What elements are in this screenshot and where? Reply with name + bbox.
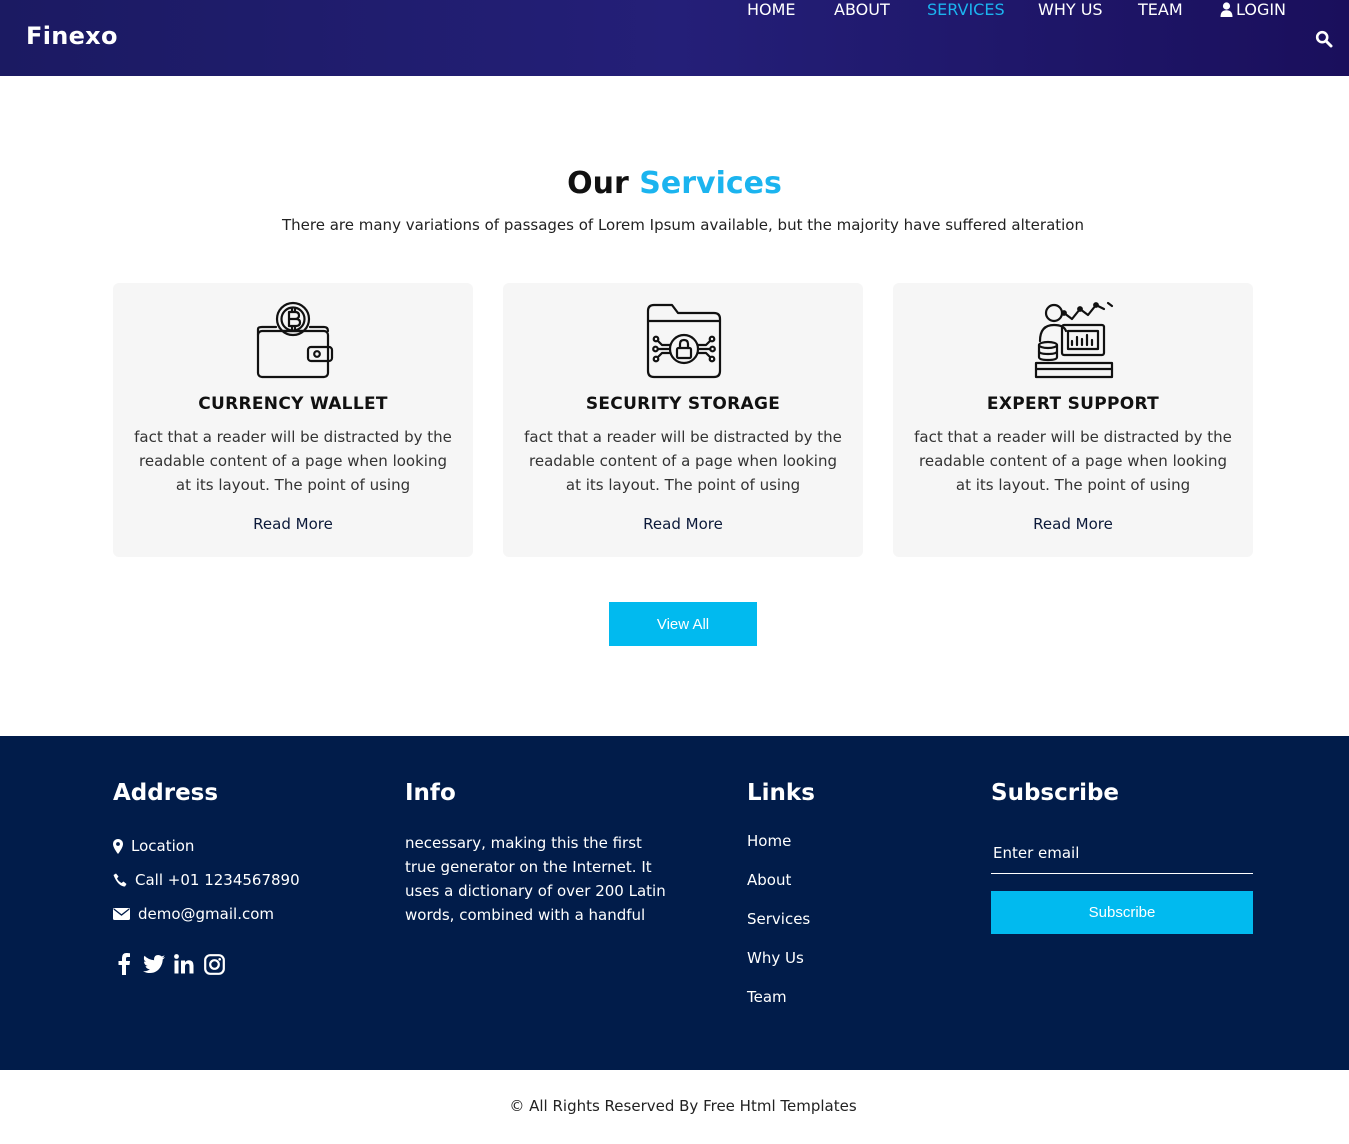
secure-folder-icon (646, 303, 722, 379)
site-footer: Address Location Call +01 1234567890 dem… (0, 736, 1349, 1070)
info-text: necessary, making this the first true ge… (405, 834, 666, 924)
read-more-link[interactable]: Read More (113, 515, 473, 533)
card-title: SECURITY STORAGE (585, 394, 781, 414)
footer-link-team[interactable]: Team (747, 988, 787, 1006)
copyright-text: © All Rights Reserved By Free Html Templ… (509, 1097, 857, 1115)
envelope-icon (113, 908, 130, 920)
location-text: Location (131, 837, 195, 855)
section-title: Our Services (0, 166, 1349, 201)
nav-home[interactable]: HOME (747, 0, 796, 19)
login-label: LOGIN (1236, 0, 1287, 19)
service-card-currency-wallet: CURRENCY WALLET fact that a reader will … (113, 283, 473, 557)
service-card-expert-support: EXPERT SUPPORT fact that a reader will b… (893, 283, 1253, 557)
card-title: CURRENCY WALLET (198, 394, 388, 414)
linkedin-icon[interactable] (173, 952, 195, 976)
social-links (113, 952, 233, 976)
card-text: fact that a reader will be distracted by… (134, 428, 452, 494)
subscribe-heading: Subscribe (991, 780, 1120, 806)
address-location[interactable]: Location (113, 837, 194, 855)
address-heading: Address (113, 780, 219, 806)
search-icon[interactable] (1315, 30, 1333, 48)
email-input[interactable] (991, 836, 1253, 874)
footer-link-services[interactable]: Services (747, 910, 810, 928)
phone-icon (113, 873, 127, 887)
expert-support-icon (1034, 301, 1114, 379)
nav-login[interactable]: LOGIN (1220, 0, 1286, 19)
service-card-security-storage: SECURITY STORAGE fact that a reader will… (503, 283, 863, 557)
view-all-button[interactable]: View All (609, 602, 757, 646)
footer-link-about[interactable]: About (747, 871, 791, 889)
wallet-bitcoin-icon (256, 301, 334, 379)
brand-logo[interactable]: Finexo (26, 22, 118, 50)
address-email[interactable]: demo@gmail.com (113, 905, 274, 923)
footer-link-why-us[interactable]: Why Us (747, 949, 804, 967)
nav-services[interactable]: SERVICES (927, 0, 1005, 19)
card-text: fact that a reader will be distracted by… (524, 428, 842, 494)
read-more-link[interactable]: Read More (893, 515, 1253, 533)
address-phone[interactable]: Call +01 1234567890 (113, 871, 300, 889)
footer-link-home[interactable]: Home (747, 832, 791, 850)
read-more-link[interactable]: Read More (503, 515, 863, 533)
nav-about[interactable]: ABOUT (834, 0, 890, 19)
info-heading: Info (405, 780, 456, 806)
user-icon (1220, 2, 1233, 17)
title-part-2: Services (639, 166, 782, 201)
email-text: demo@gmail.com (138, 905, 275, 923)
card-title: EXPERT SUPPORT (986, 394, 1160, 414)
instagram-icon[interactable] (203, 952, 225, 976)
site-header: Finexo HOME ABOUT SERVICES WHY US TEAM L… (0, 0, 1349, 76)
title-part-1: Our (567, 166, 629, 201)
twitter-icon[interactable] (143, 952, 165, 976)
card-text: fact that a reader will be distracted by… (914, 428, 1232, 494)
section-subtitle: There are many variations of passages of… (282, 216, 1084, 234)
map-marker-icon (113, 838, 123, 854)
nav-team[interactable]: TEAM (1138, 0, 1183, 19)
links-heading: Links (747, 780, 815, 806)
subscribe-button[interactable]: Subscribe (991, 891, 1253, 934)
facebook-icon[interactable] (113, 952, 135, 976)
nav-why-us[interactable]: WHY US (1038, 0, 1103, 19)
phone-text: Call +01 1234567890 (135, 871, 300, 889)
